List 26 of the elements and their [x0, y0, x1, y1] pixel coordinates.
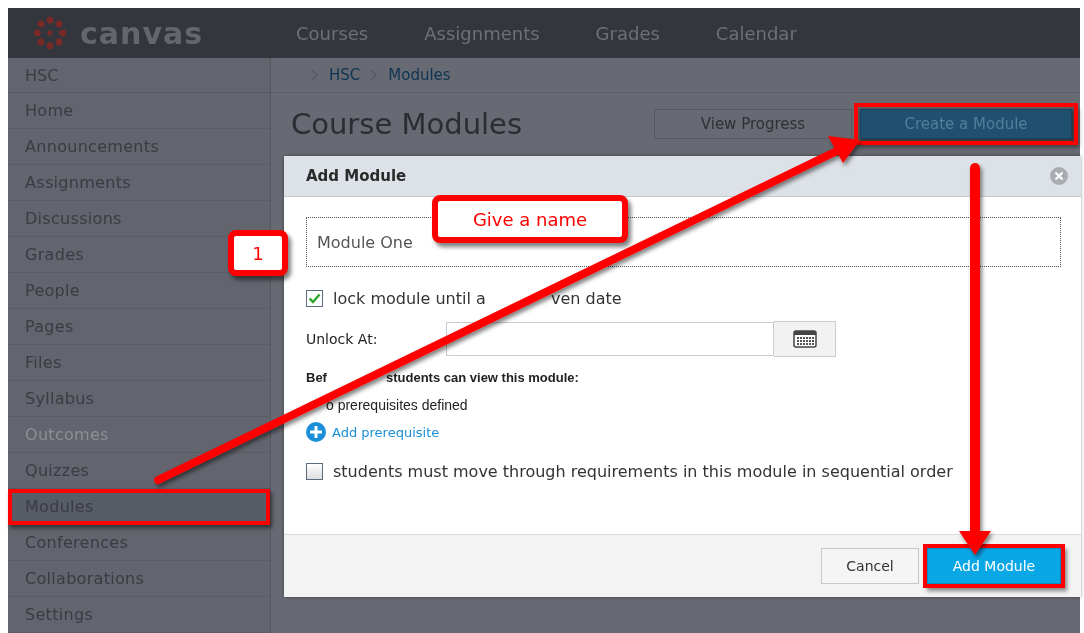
section-heading: students can view this module: [386, 369, 579, 385]
dialog-title: Add Module [306, 167, 407, 185]
page-title: Course Modules [291, 107, 524, 141]
nav-link[interactable]: Assignments [424, 22, 540, 44]
checkbox[interactable] [306, 462, 323, 480]
nav-link[interactable]: Grades [595, 22, 660, 44]
checkbox-label: students must move through requirements in this module in sequential order [333, 461, 953, 481]
nav-link[interactable]: Calendar [715, 22, 797, 44]
progress-button[interactable]: View Progress [654, 109, 852, 139]
calendar-button[interactable] [774, 321, 836, 357]
date-field[interactable] [446, 322, 774, 356]
calendar-icon [792, 330, 817, 348]
name-hint-tooltip: Give a name [432, 195, 628, 243]
add-prerequisite-link[interactable]: Add prerequisite [306, 422, 440, 442]
field-label: Unlock At: [306, 331, 379, 347]
checkbox-label: ven date [551, 288, 622, 308]
empty-message: o prerequisites defined [326, 397, 468, 413]
checkbox[interactable] [306, 289, 323, 307]
step-number-tooltip: 1 [228, 230, 288, 276]
cancel-button[interactable]: Cancel [821, 548, 919, 584]
nav-link[interactable]: Courses [296, 22, 369, 44]
plus-icon [306, 422, 326, 442]
breadcrumb-link[interactable]: HSC [329, 66, 361, 84]
section-heading: Bef [306, 369, 328, 385]
checkbox-label: lock module until a [333, 288, 487, 308]
breadcrumb-link[interactable]: Modules [388, 66, 451, 84]
